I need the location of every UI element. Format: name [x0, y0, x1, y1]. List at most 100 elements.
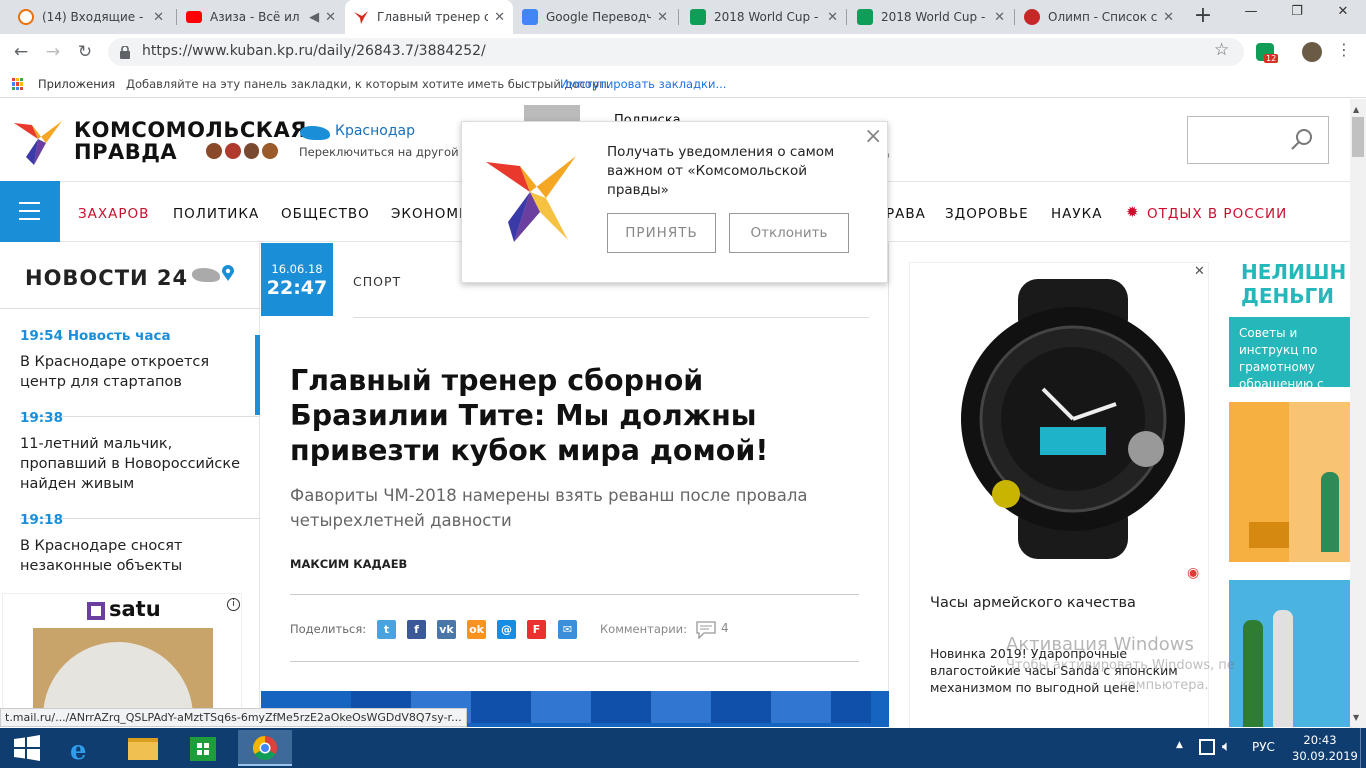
popup-accept-button[interactable]: ПРИНЯТЬ [607, 213, 716, 253]
nav-society[interactable]: ОБЩЕСТВО [281, 206, 370, 222]
tab-sheets-2[interactable]: 2018 World Cup - 1 ✕ [849, 0, 1013, 34]
scrollbar-thumb[interactable] [1352, 117, 1364, 157]
avatar[interactable] [1302, 42, 1322, 62]
nav-politics[interactable]: ПОЛИТИКА [173, 206, 259, 222]
windows-start-icon[interactable] [0, 730, 54, 766]
ad-info-icon[interactable]: i [227, 598, 240, 611]
adchoices-icon[interactable]: ◉ [1187, 565, 1199, 581]
tab-sheets-1[interactable]: 2018 World Cup - 5 ✕ [682, 0, 846, 34]
article-time: 22:47 [266, 277, 328, 299]
moimir-icon[interactable]: @ [497, 620, 516, 639]
tab-youtube[interactable]: Азиза - Всё ил ◀ ✕ [178, 0, 344, 34]
tab-google-translate[interactable]: Google Переводчи ✕ [514, 0, 676, 34]
nav-economy[interactable]: ЭКОНОМИ [391, 206, 470, 222]
menu-kebab-icon[interactable]: ⋮ [1336, 40, 1352, 59]
news-item[interactable]: 19:54 Новость часа В Краснодаре откроетс… [20, 328, 246, 392]
tray-expand-icon[interactable]: ▲ [1176, 740, 1183, 750]
sun-icon: ✹ [1126, 203, 1139, 221]
popup-decline-button[interactable]: Отклонить [729, 213, 849, 253]
chrome-taskbar-icon[interactable] [238, 730, 292, 766]
kp-swallow-icon [353, 9, 369, 25]
news-time: 19:54 [20, 328, 63, 344]
satu-ad[interactable]: satu i [2, 593, 242, 727]
show-desktop-button[interactable] [1360, 728, 1366, 768]
close-ad-icon[interactable]: ✕ [1194, 264, 1205, 279]
apps-grid-icon[interactable] [12, 78, 24, 90]
tab-close-icon[interactable]: ✕ [994, 10, 1005, 25]
forward-icon[interactable]: → [40, 40, 66, 64]
tab-close-icon[interactable]: ✕ [657, 10, 668, 25]
hamburger-menu-button[interactable] [0, 181, 60, 242]
kp-logo-icon[interactable] [12, 117, 64, 171]
tab-close-icon[interactable]: ✕ [827, 10, 838, 25]
page-content: КОМСОМОЛЬСКАЯ ПРАВДА Краснодар Переключи… [0, 99, 1350, 727]
minimize-button[interactable]: — [1228, 0, 1274, 28]
facebook-icon[interactable]: f [407, 620, 426, 639]
tab-mail[interactable]: (14) Входящие - По ✕ [10, 0, 172, 34]
search-icon[interactable] [1290, 128, 1314, 156]
volume-icon[interactable]: 🔈︎ [1222, 737, 1231, 755]
network-icon[interactable] [1199, 739, 1215, 755]
tab-close-icon[interactable]: ✕ [1163, 10, 1174, 25]
rubric-link[interactable]: СПОРТ [353, 274, 401, 289]
city-link[interactable]: Краснодар [335, 123, 415, 139]
activation-sub: Чтобы активировать Windows, пе [1006, 658, 1235, 673]
email-icon[interactable]: ✉ [558, 620, 577, 639]
file-explorer-icon[interactable] [116, 730, 170, 766]
tab-title: Главный тренер сб [377, 10, 489, 24]
reload-icon[interactable]: ↻ [72, 40, 98, 64]
nav-health[interactable]: ЗДОРОВЬЕ [945, 206, 1029, 222]
nav-zakharov[interactable]: ЗАХАРОВ [78, 206, 149, 222]
scroll-up-icon[interactable]: ▲ [1353, 105, 1359, 114]
page-scrollbar[interactable]: ▲ ▼ [1350, 99, 1366, 728]
news-item[interactable]: 19:38 11-летний мальчик, пропавший в Нов… [20, 410, 246, 494]
taskbar-clock[interactable]: 20:43 30.09.2019 [1292, 732, 1358, 764]
tab-title: Олимп - Список сп [1048, 10, 1158, 24]
logo-line1: КОМСОМОЛЬСКАЯ [74, 118, 307, 142]
flipboard-icon[interactable]: F [527, 620, 546, 639]
search-input[interactable] [1187, 116, 1329, 164]
switch-region-link[interactable]: Переключиться на другой рег [299, 145, 483, 159]
restore-button[interactable]: ❐ [1274, 0, 1320, 28]
money-ad-illustration-people [1229, 580, 1350, 727]
money-ad-line1: НЕЛИШН [1241, 262, 1347, 284]
odnoklassniki-icon[interactable]: ok [467, 620, 486, 639]
new-tab-button[interactable]: + [1190, 3, 1216, 31]
satu-brand: satu [109, 597, 161, 621]
money-ad[interactable]: НЕЛИШН ДЕНЬГИ Советы и инструкц по грамо… [1229, 262, 1350, 727]
scroll-down-icon[interactable]: ▼ [1353, 713, 1359, 722]
nav-rights[interactable]: РАВА [886, 206, 926, 222]
news-item[interactable]: 19:18 В Краснодаре сносят незаконные объ… [20, 512, 246, 576]
store-icon[interactable] [176, 730, 230, 766]
vk-icon[interactable]: vk [437, 620, 456, 639]
tab-close-icon[interactable]: ✕ [153, 10, 164, 25]
twitter-icon[interactable]: t [377, 620, 396, 639]
language-indicator[interactable]: РУС [1252, 740, 1275, 754]
tab-close-icon[interactable]: ✕ [494, 10, 505, 25]
lock-icon [120, 44, 130, 59]
tab-kp-active[interactable]: Главный тренер сб ✕ [345, 0, 513, 34]
internet-explorer-icon[interactable]: e [56, 730, 110, 766]
back-icon[interactable]: ← [8, 40, 34, 64]
tab-close-icon[interactable]: ✕ [325, 10, 336, 25]
youtube-icon [186, 11, 202, 23]
bookmark-star-icon[interactable]: ☆ [1214, 40, 1229, 60]
close-window-button[interactable]: ✕ [1320, 0, 1366, 28]
nav-travel-russia[interactable]: ОТДЫХ В РОССИИ [1147, 206, 1287, 222]
address-bar[interactable]: https://www.kuban.kp.ru/daily/26843.7/38… [108, 38, 1244, 66]
watch-image [948, 279, 1208, 559]
import-bookmarks-link[interactable]: Импортировать закладки... [560, 77, 726, 91]
russia-map-icon [300, 126, 330, 140]
apps-link[interactable]: Приложения [38, 77, 115, 91]
nav-science[interactable]: НАУКА [1051, 206, 1102, 222]
popup-close-button[interactable]: × [864, 124, 882, 149]
tab-olimp[interactable]: Олимп - Список сп ✕ [1016, 0, 1182, 34]
comment-bubble-icon[interactable] [696, 621, 716, 640]
sheets-icon [857, 9, 873, 25]
article-lead: Фавориты ЧМ-2018 намерены взять реванш п… [290, 486, 808, 530]
news24-title[interactable]: НОВОСТИ 24 [25, 266, 188, 290]
extension-badge: 12 [1264, 54, 1279, 63]
comments-count[interactable]: 4 [721, 621, 729, 635]
author-link[interactable]: МАКСИМ КАДАЕВ [290, 557, 407, 571]
tab-title: Азиза - Всё ил [210, 10, 300, 24]
